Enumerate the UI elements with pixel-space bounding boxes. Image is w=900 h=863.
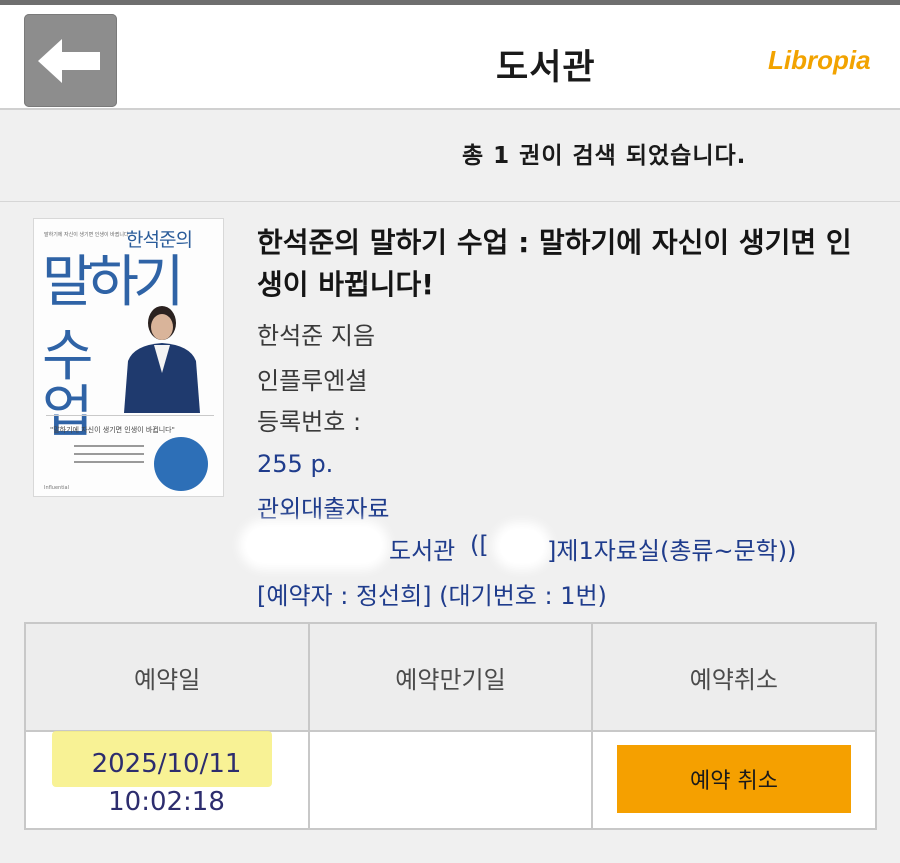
- redacted-branch-name: [500, 529, 544, 563]
- header-cancel: 예약취소: [590, 622, 878, 732]
- location-room: ]제1자료실(총류~문학)): [547, 537, 797, 565]
- cover-publisher: Influential: [44, 485, 70, 491]
- registration-number-label: 등록번호 :: [257, 408, 362, 436]
- redacted-library-prefix: [246, 527, 382, 563]
- expiry-date-cell: [308, 730, 593, 830]
- book-publisher: 인플루엔셜: [257, 367, 368, 395]
- page-title: 도서관: [496, 48, 596, 88]
- reserve-time: 10:02:18: [108, 787, 225, 817]
- book-title[interactable]: 한석준의 말하기 수업 : 말하기에 자신이 생기면 인생이 바뀝니다!: [257, 222, 857, 306]
- reservation-info: [예약자 : 정선희] (대기번호 : 1번): [257, 582, 607, 610]
- reserve-date: 2025/10/11: [91, 749, 242, 779]
- loan-type: 관외대출자료: [257, 495, 390, 523]
- app-header: 도서관 Libropia: [0, 5, 900, 110]
- cover-separator: [46, 415, 214, 416]
- table-header-row: 예약일 예약만기일 예약취소: [23, 622, 878, 732]
- header-expiry-date: 예약만기일: [308, 622, 593, 732]
- cover-top-text: 말하기에 자신이 생기면 인생이 바뀝니다: [44, 232, 129, 238]
- redacted-registration-number: [386, 404, 598, 444]
- book-cover-image[interactable]: 말하기에 자신이 생기면 인생이 바뀝니다 한석준의 말하기 수업 "말하기에 …: [33, 218, 224, 497]
- book-pages: 255 p.: [257, 450, 334, 478]
- location-bracket-open: ([: [470, 531, 489, 559]
- header-reserve-date: 예약일: [23, 622, 311, 732]
- cover-text-lines: [74, 445, 144, 469]
- back-button[interactable]: [24, 14, 117, 107]
- libropia-logo: Libropia: [768, 45, 871, 75]
- redacted-library-name: [262, 37, 492, 81]
- cover-person-illustration: [124, 306, 200, 413]
- cover-badge-circle: [154, 437, 208, 491]
- result-count-text: 총 1 권이 검색 되었습니다.: [462, 143, 747, 169]
- back-arrow-icon: [38, 39, 100, 83]
- cover-author-text: 한석준의: [126, 229, 193, 251]
- location-library-name: 도서관: [389, 537, 456, 565]
- cover-quote: "말하기에 자신이 생기면 인생이 바뀝니다": [50, 426, 175, 434]
- cancel-reservation-button[interactable]: 예약 취소: [617, 745, 851, 813]
- result-count-bar: [0, 124, 900, 202]
- reserve-datetime: 2025/10/11 10:02:18: [24, 745, 309, 821]
- book-author: 한석준 지음: [257, 322, 376, 350]
